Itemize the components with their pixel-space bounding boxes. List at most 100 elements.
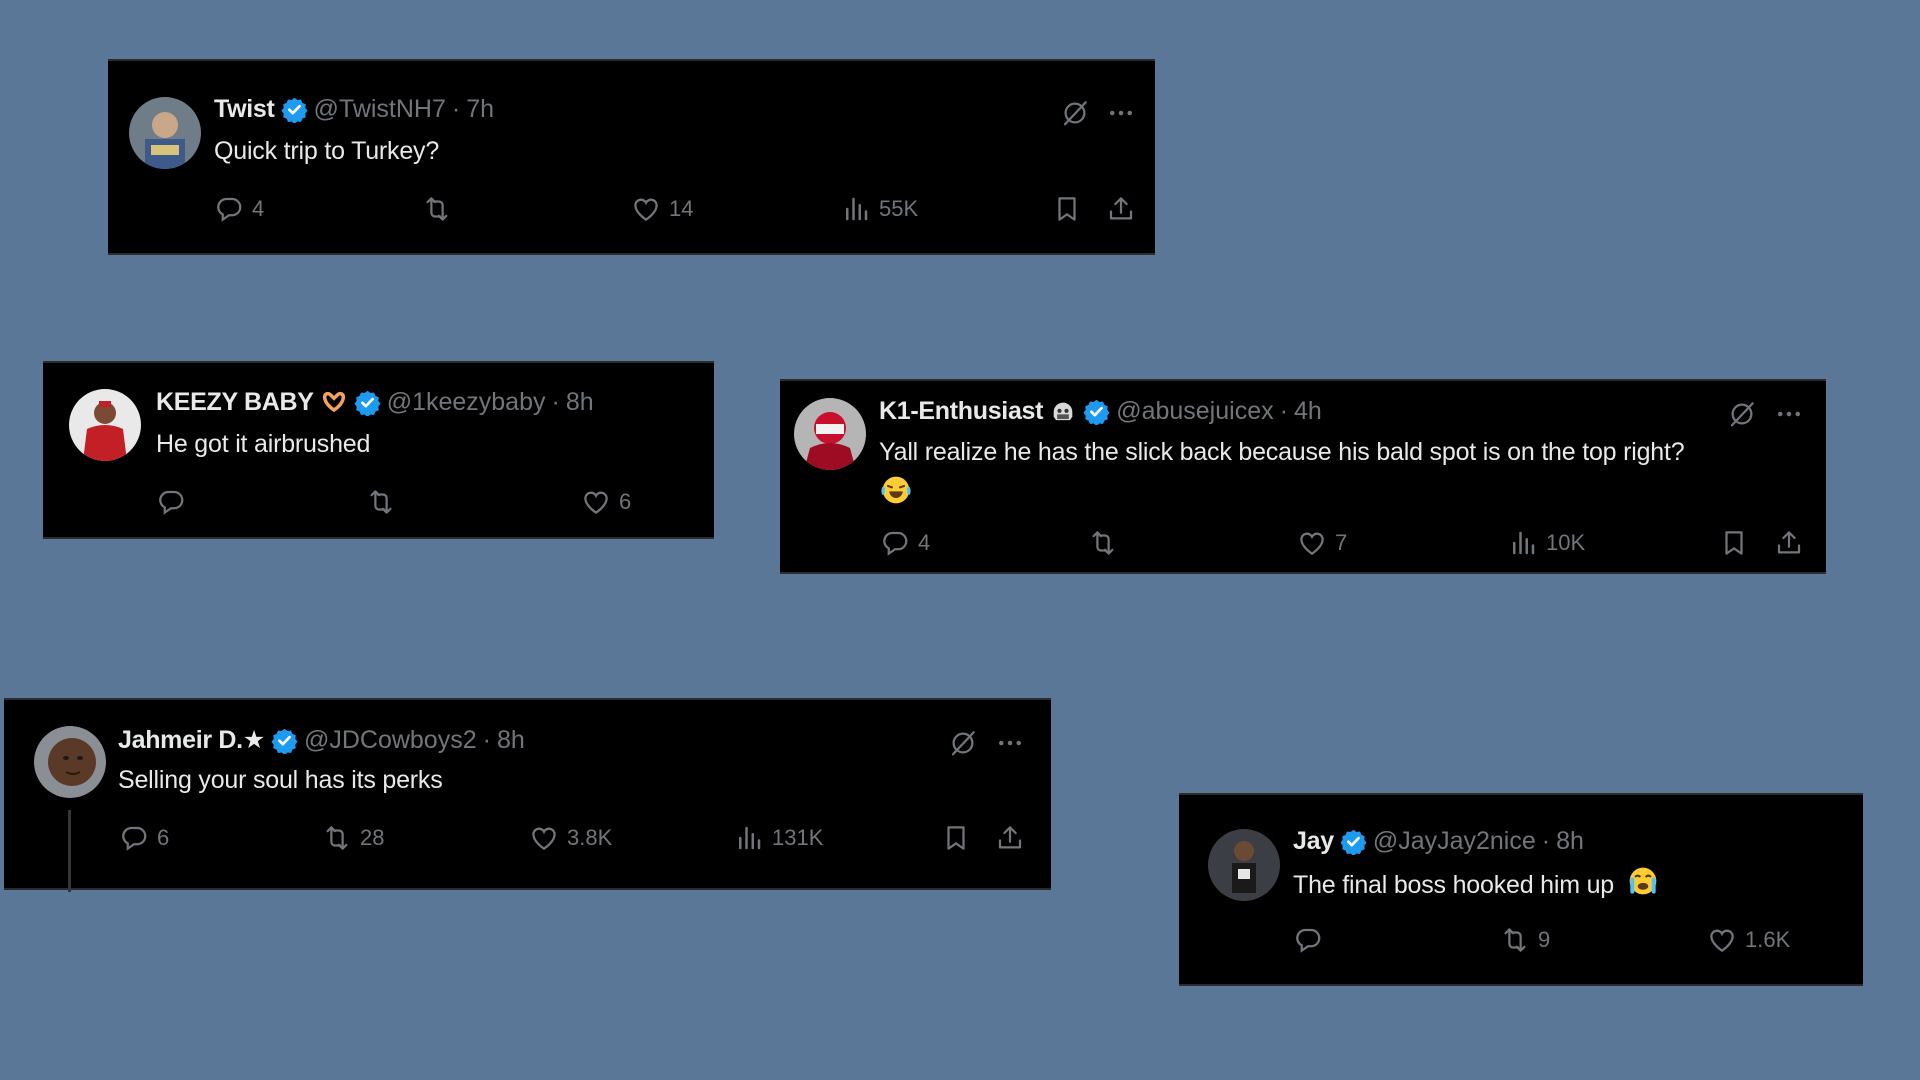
like-button[interactable]: 6	[581, 487, 631, 517]
avatar[interactable]	[34, 726, 106, 798]
more-icon[interactable]	[1106, 98, 1136, 128]
timestamp[interactable]: 8h	[497, 726, 525, 755]
reply-button[interactable]: 6	[119, 823, 169, 853]
tweet-card-4[interactable]: Jahmeir D.★ @JDCowboys2 · 8h Selling you…	[4, 698, 1051, 892]
avatar[interactable]	[129, 97, 201, 169]
timestamp[interactable]: 8h	[566, 388, 594, 417]
display-name[interactable]: Jahmeir D.★	[118, 725, 265, 755]
tweet-text: The final boss hooked him up	[1293, 865, 1659, 904]
reply-icon	[1293, 925, 1323, 955]
avatar[interactable]	[69, 389, 141, 461]
timestamp[interactable]: 8h	[1556, 827, 1584, 856]
like-icon	[581, 487, 611, 517]
view-count: 131K	[772, 825, 824, 850]
like-button[interactable]: 14	[631, 194, 693, 224]
separator: ·	[451, 95, 461, 123]
grok-icon[interactable]	[1060, 98, 1090, 128]
bookmark-icon[interactable]	[1719, 528, 1749, 558]
retweet-icon	[422, 194, 452, 224]
retweet-button[interactable]: 28	[322, 823, 384, 853]
share-icon[interactable]	[1106, 194, 1136, 224]
handle[interactable]: @1keezybaby	[387, 388, 546, 417]
handle[interactable]: @JayJay2nice	[1373, 827, 1536, 856]
thread-line	[68, 810, 71, 892]
tweet-card-1[interactable]: Twist @TwistNH7 · 7h Quick trip to Turke…	[108, 59, 1155, 255]
separator: ·	[551, 388, 560, 416]
views-icon	[841, 194, 871, 224]
retweet-icon	[1500, 925, 1530, 955]
tweet-header: K1-Enthusiast @abusejuicex · 4h	[879, 397, 1322, 426]
like-count: 3.8K	[567, 825, 613, 850]
tweet-card-5[interactable]: Jay @JayJay2nice · 8h The final boss hoo…	[1179, 793, 1863, 986]
retweet-button[interactable]: 9	[1500, 925, 1550, 955]
like-icon	[529, 823, 559, 853]
timestamp[interactable]: 7h	[466, 95, 494, 124]
tweet-card-3[interactable]: K1-Enthusiast @abusejuicex · 4h Yall rea…	[780, 379, 1826, 574]
bookmark-icon[interactable]	[941, 823, 971, 853]
tweet-header: Jay @JayJay2nice · 8h	[1293, 827, 1584, 856]
reply-icon	[214, 194, 244, 224]
like-button[interactable]: 7	[1297, 528, 1347, 558]
display-name[interactable]: Jay	[1293, 827, 1334, 856]
like-count: 7	[1335, 530, 1348, 555]
verified-badge-icon	[1083, 398, 1110, 425]
reply-count: 4	[918, 530, 931, 555]
views-icon	[734, 823, 764, 853]
views-button[interactable]: 55K	[841, 194, 918, 224]
verified-badge-icon	[1340, 828, 1367, 855]
like-button[interactable]: 1.6K	[1707, 925, 1790, 955]
verified-badge-icon	[271, 727, 298, 754]
reply-icon	[156, 487, 186, 517]
handle[interactable]: @abusejuicex	[1116, 397, 1273, 426]
separator: ·	[1279, 397, 1288, 425]
tweet-header: KEEZY BABY @1keezybaby · 8h	[156, 388, 594, 417]
reply-icon	[119, 823, 149, 853]
share-icon[interactable]	[1774, 528, 1804, 558]
separator: ·	[1541, 827, 1551, 855]
views-button[interactable]: 131K	[734, 823, 823, 853]
crying-emoji	[1627, 865, 1659, 897]
avatar[interactable]	[1208, 829, 1280, 901]
views-button[interactable]: 10K	[1508, 528, 1585, 558]
separator: ·	[482, 725, 491, 754]
like-icon	[631, 194, 661, 224]
grok-icon[interactable]	[948, 728, 978, 758]
like-icon	[1297, 528, 1327, 558]
retweet-icon	[1088, 528, 1118, 558]
display-name[interactable]: KEEZY BABY	[156, 388, 314, 417]
timestamp[interactable]: 4h	[1294, 397, 1322, 426]
grok-icon[interactable]	[1727, 399, 1757, 429]
reply-button[interactable]	[156, 487, 194, 517]
like-button[interactable]: 3.8K	[529, 823, 612, 853]
reply-button[interactable]: 4	[880, 528, 930, 558]
handle[interactable]: @TwistNH7	[314, 95, 446, 124]
more-icon[interactable]	[995, 728, 1025, 758]
view-count: 55K	[879, 196, 919, 221]
reply-button[interactable]: 4	[214, 194, 264, 224]
display-name[interactable]: Twist	[214, 95, 275, 124]
more-icon[interactable]	[1774, 399, 1804, 429]
tweet-card-2[interactable]: KEEZY BABY @1keezybaby · 8h He got it ai…	[43, 361, 714, 539]
verified-badge-icon	[354, 389, 381, 416]
retweet-button[interactable]	[366, 487, 404, 517]
handle[interactable]: @JDCowboys2	[304, 726, 477, 755]
verified-badge-icon	[281, 96, 308, 123]
views-icon	[1508, 528, 1538, 558]
like-count: 1.6K	[1745, 927, 1791, 952]
retweet-count: 9	[1538, 927, 1551, 952]
reply-button[interactable]	[1293, 925, 1331, 955]
display-name[interactable]: K1-Enthusiast	[879, 397, 1043, 426]
retweet-button[interactable]	[422, 194, 460, 224]
skull-helmet-emoji	[1049, 398, 1077, 426]
tweet-header: Jahmeir D.★ @JDCowboys2 · 8h	[118, 725, 525, 755]
avatar[interactable]	[794, 398, 866, 470]
laughing-crying-emoji	[880, 474, 912, 506]
tweet-text: Yall realize he has the slick back becau…	[879, 438, 1685, 466]
tweet-text-content: The final boss hooked him up	[1293, 871, 1614, 899]
share-icon[interactable]	[995, 823, 1025, 853]
heart-hands-emoji	[320, 389, 348, 417]
retweet-button[interactable]	[1088, 528, 1126, 558]
retweet-icon	[322, 823, 352, 853]
bookmark-icon[interactable]	[1052, 194, 1082, 224]
view-count: 10K	[1546, 530, 1586, 555]
